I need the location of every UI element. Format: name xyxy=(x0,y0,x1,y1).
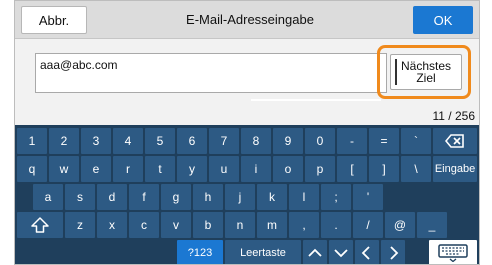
on-screen-keyboard: 1 2 3 4 5 6 7 8 9 0 - = ` q w e r t y u … xyxy=(15,125,479,264)
key-underscore[interactable]: _ xyxy=(417,212,447,238)
email-input-value: aaa@abc.com xyxy=(40,58,118,72)
key-a[interactable]: a xyxy=(33,184,63,210)
shift-key[interactable] xyxy=(17,212,63,238)
key-5[interactable]: 5 xyxy=(145,128,175,154)
arrow-right-key[interactable] xyxy=(381,240,405,264)
key-3[interactable]: 3 xyxy=(81,128,111,154)
key-l[interactable]: l xyxy=(289,184,319,210)
key-0[interactable]: 0 xyxy=(305,128,335,154)
arrow-down-key[interactable] xyxy=(329,240,353,264)
key-g[interactable]: g xyxy=(161,184,191,210)
arrow-left-key[interactable] xyxy=(355,240,379,264)
keyboard-icon xyxy=(438,244,468,262)
header-bar: Abbr. E-Mail-Adresseingabe OK xyxy=(15,1,479,39)
key-v[interactable]: v xyxy=(161,212,191,238)
screen: Abbr. E-Mail-Adresseingabe OK aaa@abc.co… xyxy=(14,0,480,265)
key-8[interactable]: 8 xyxy=(241,128,271,154)
ok-button[interactable]: OK xyxy=(413,6,473,34)
mode-toggle-key[interactable]: ?123 xyxy=(177,240,223,264)
key-q[interactable]: q xyxy=(17,156,47,182)
enter-key[interactable]: Eingabe xyxy=(433,156,477,182)
key-o[interactable]: o xyxy=(273,156,303,182)
key-right-bracket[interactable]: ] xyxy=(369,156,399,182)
next-destination-highlight: Nächstes Ziel xyxy=(377,45,471,99)
key-w[interactable]: w xyxy=(49,156,79,182)
key-equals[interactable]: = xyxy=(369,128,399,154)
arrow-up-icon xyxy=(308,248,322,257)
backspace-key[interactable] xyxy=(433,128,477,154)
key-j[interactable]: j xyxy=(225,184,255,210)
hide-keyboard-key[interactable] xyxy=(429,240,477,264)
key-6[interactable]: 6 xyxy=(177,128,207,154)
key-at[interactable]: @ xyxy=(385,212,415,238)
next-destination-label-line2: Ziel xyxy=(416,71,436,85)
arrow-right-icon xyxy=(390,246,399,260)
input-underline xyxy=(251,99,381,101)
key-r[interactable]: r xyxy=(113,156,143,182)
abbr-button[interactable]: Abbr. xyxy=(21,6,87,34)
key-d[interactable]: d xyxy=(97,184,127,210)
key-backtick[interactable]: ` xyxy=(401,128,431,154)
key-c[interactable]: c xyxy=(129,212,159,238)
arrow-down-icon xyxy=(334,249,348,258)
space-key[interactable]: Leertaste xyxy=(225,240,301,264)
key-t[interactable]: t xyxy=(145,156,175,182)
page-title: E-Mail-Adresseingabe xyxy=(186,12,314,27)
text-cursor xyxy=(395,59,397,85)
key-4[interactable]: 4 xyxy=(113,128,143,154)
key-u[interactable]: u xyxy=(209,156,239,182)
key-k[interactable]: k xyxy=(257,184,287,210)
key-p[interactable]: p xyxy=(305,156,335,182)
character-count: 11 / 256 xyxy=(432,109,475,123)
key-apostrophe[interactable]: ' xyxy=(353,184,383,210)
key-e[interactable]: e xyxy=(81,156,111,182)
key-h[interactable]: h xyxy=(193,184,223,210)
arrow-up-key[interactable] xyxy=(303,240,327,264)
email-input[interactable]: aaa@abc.com xyxy=(35,53,387,93)
key-b[interactable]: b xyxy=(193,212,223,238)
key-slash[interactable]: / xyxy=(353,212,383,238)
key-period[interactable]: . xyxy=(321,212,351,238)
key-semicolon[interactable]: ; xyxy=(321,184,351,210)
next-destination-button[interactable]: Nächstes Ziel xyxy=(390,54,462,90)
key-left-bracket[interactable]: [ xyxy=(337,156,367,182)
key-i[interactable]: i xyxy=(241,156,271,182)
key-s[interactable]: s xyxy=(65,184,95,210)
key-1[interactable]: 1 xyxy=(17,128,47,154)
key-minus[interactable]: - xyxy=(337,128,367,154)
key-f[interactable]: f xyxy=(129,184,159,210)
key-comma[interactable]: , xyxy=(289,212,319,238)
key-n[interactable]: n xyxy=(225,212,255,238)
backspace-icon xyxy=(445,134,464,148)
shift-icon xyxy=(31,217,49,233)
key-x[interactable]: x xyxy=(97,212,127,238)
key-7[interactable]: 7 xyxy=(209,128,239,154)
key-backslash[interactable]: \ xyxy=(401,156,431,182)
key-y[interactable]: y xyxy=(177,156,207,182)
arrow-left-icon xyxy=(361,246,370,260)
key-z[interactable]: z xyxy=(65,212,95,238)
key-2[interactable]: 2 xyxy=(49,128,79,154)
key-9[interactable]: 9 xyxy=(273,128,303,154)
key-m[interactable]: m xyxy=(257,212,287,238)
